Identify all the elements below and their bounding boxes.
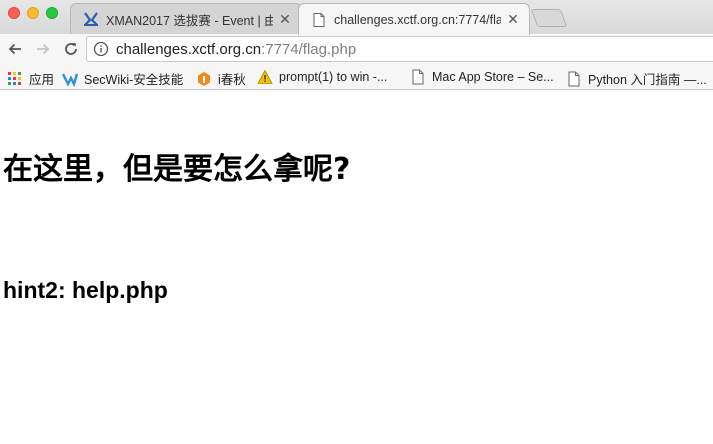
url-path: :7774/flag.php bbox=[261, 40, 357, 58]
secwiki-icon bbox=[62, 71, 78, 87]
reload-icon[interactable] bbox=[61, 39, 81, 59]
bookmark-apps[interactable]: 应用 bbox=[7, 69, 54, 88]
bookmark-label: 应用 bbox=[29, 73, 55, 87]
bookmark-ichunqiu[interactable]: i春秋 bbox=[196, 69, 246, 88]
bookmark-label: prompt(1) to win -... bbox=[279, 70, 388, 84]
bookmark-prompt[interactable]: prompt(1) to win -... bbox=[257, 69, 387, 85]
url-text: challenges.xctf.org.cn:7774/flag.php bbox=[116, 41, 356, 58]
browser-toolbar: challenges.xctf.org.cn:7774/flag.php bbox=[0, 34, 713, 64]
bookmark-label: i春秋 bbox=[218, 73, 246, 87]
xctf-logo-icon bbox=[83, 11, 99, 27]
tab-title: XMAN2017 选拔赛 - Event | 由 bbox=[106, 13, 273, 28]
warning-icon bbox=[257, 69, 273, 85]
tab-flag-php[interactable]: challenges.xctf.org.cn:7774/fla ✕ bbox=[298, 3, 530, 35]
tab-title: challenges.xctf.org.cn:7774/fla bbox=[334, 12, 501, 27]
ichunqiu-icon bbox=[196, 71, 212, 87]
forward-arrow-icon[interactable] bbox=[33, 39, 53, 59]
page-icon bbox=[410, 69, 426, 85]
apps-grid-icon bbox=[7, 71, 23, 87]
window-minimize-button[interactable] bbox=[27, 7, 39, 19]
info-icon[interactable] bbox=[93, 41, 109, 57]
bookmark-label: Python 入门指南 —... bbox=[588, 73, 707, 87]
tab-strip: XMAN2017 选拔赛 - Event | 由 ✕ challenges.xc… bbox=[0, 0, 713, 35]
tab-xman2017[interactable]: XMAN2017 选拔赛 - Event | 由 ✕ bbox=[70, 3, 302, 34]
back-arrow-icon[interactable] bbox=[5, 39, 25, 59]
new-tab-button[interactable] bbox=[530, 9, 568, 27]
address-bar[interactable]: challenges.xctf.org.cn:7774/flag.php bbox=[86, 36, 713, 62]
tab-close-icon[interactable]: ✕ bbox=[277, 11, 293, 28]
page-heading: 在这里，但是要怎么拿呢? bbox=[3, 152, 351, 187]
page-icon bbox=[311, 12, 327, 28]
page-icon bbox=[566, 71, 582, 87]
tab-close-icon[interactable]: ✕ bbox=[505, 11, 521, 28]
bookmark-secwiki[interactable]: SecWiki-安全技能 bbox=[62, 69, 183, 88]
bookmarks-bar: 应用 SecWiki-安全技能 i春秋 prompt(1) to win -..… bbox=[0, 64, 713, 90]
bookmark-label: Mac App Store – Se... bbox=[432, 70, 554, 84]
bookmark-python-guide[interactable]: Python 入门指南 —... bbox=[566, 69, 707, 88]
url-host: challenges.xctf.org.cn bbox=[116, 40, 262, 58]
bookmark-mac-app-store[interactable]: Mac App Store – Se... bbox=[410, 69, 554, 85]
page-content: 在这里，但是要怎么拿呢? hint2: help.php bbox=[0, 91, 713, 444]
window-maximize-button[interactable] bbox=[46, 7, 58, 19]
hint-text: hint2: help.php bbox=[3, 277, 168, 303]
window-close-button[interactable] bbox=[8, 7, 20, 19]
bookmark-label: SecWiki-安全技能 bbox=[84, 73, 184, 87]
